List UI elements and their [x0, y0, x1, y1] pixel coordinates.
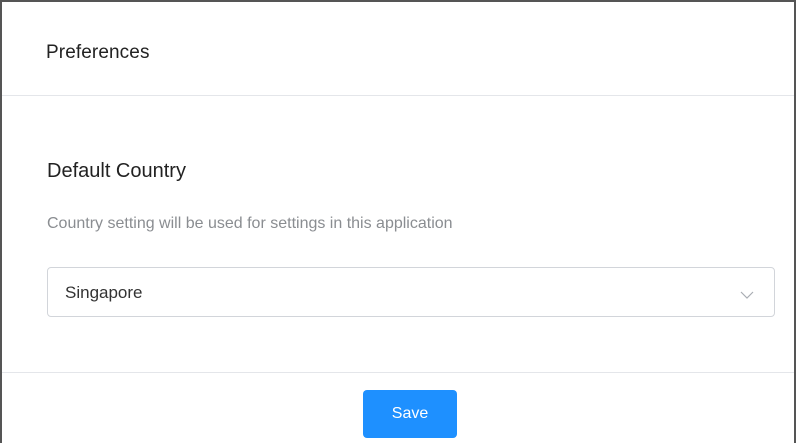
section-description: Country setting will be used for setting…	[47, 215, 453, 232]
panel-footer: Save	[2, 372, 794, 445]
preferences-panel: Preferences Default Country Country sett…	[0, 0, 796, 443]
country-select-value: Singapore	[65, 283, 143, 302]
page-title: Preferences	[46, 42, 150, 63]
save-button[interactable]: Save	[363, 390, 457, 438]
section-title: Default Country	[47, 160, 186, 182]
country-select[interactable]: Singapore	[47, 267, 775, 317]
chevron-down-icon	[740, 287, 754, 299]
panel-header: Preferences	[2, 2, 794, 96]
